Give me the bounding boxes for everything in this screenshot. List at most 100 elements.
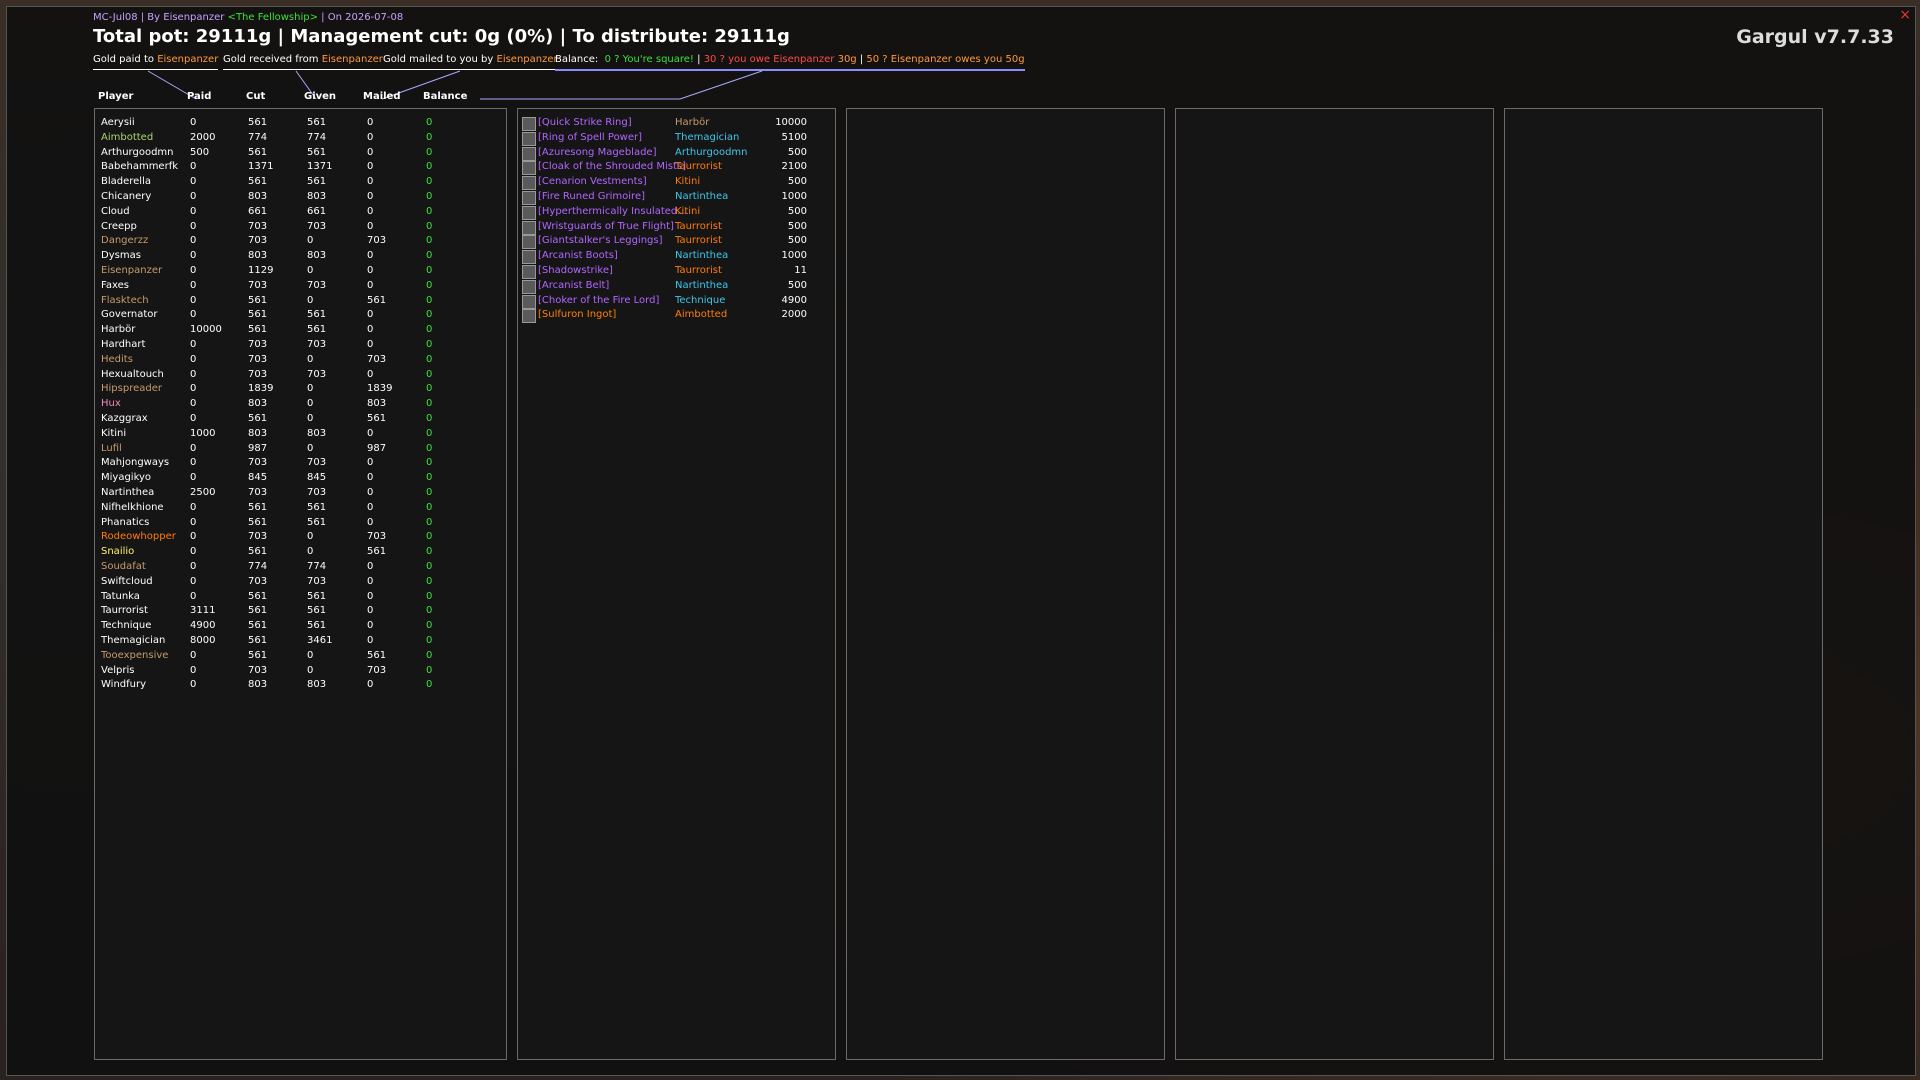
player-row: Taurrorist 3111 561 561 0 0: [95, 605, 506, 619]
player-given: 0: [307, 294, 314, 306]
item-row[interactable]: [Cenarion Vestments] Kitini 500: [518, 176, 835, 191]
player-name: Tatunka: [101, 590, 140, 602]
close-icon[interactable]: ×: [1899, 7, 1911, 23]
item-link[interactable]: [Wristguards of True Flight]: [538, 221, 674, 232]
item-row[interactable]: [Fire Runed Grimoire] Nartinthea 1000: [518, 191, 835, 205]
item-link[interactable]: [Azuresong Mageblade]: [538, 147, 656, 158]
player-row: Windfury 0 803 803 0 0: [95, 679, 506, 693]
item-link[interactable]: [Cloak of the Shrouded Mists]: [538, 161, 686, 172]
item-link[interactable]: [Fire Runed Grimoire]: [538, 191, 645, 202]
item-link[interactable]: [Hyperthermically Insulated...: [538, 206, 687, 217]
player-mailed: 0: [367, 620, 374, 632]
item-row[interactable]: [Arcanist Boots] Nartinthea 1000: [518, 250, 835, 265]
item-price: 5100: [781, 131, 807, 143]
item-row[interactable]: [Azuresong Mageblade] Arthurgoodmn 500: [518, 146, 835, 161]
player-name: Cloud: [101, 205, 130, 217]
item-link[interactable]: [Shadowstrike]: [538, 265, 613, 276]
player-row: Faxes 0 703 703 0 0: [95, 280, 506, 294]
player-mailed: 0: [367, 191, 374, 202]
item-link[interactable]: [Giantstalker's Leggings]: [538, 235, 663, 246]
player-cut: 803: [248, 191, 268, 202]
player-cut: 803: [248, 679, 268, 691]
item-icon: [522, 205, 536, 220]
player-given: 561: [307, 324, 327, 336]
item-row[interactable]: [Shadowstrike] Taurrorist 11: [518, 265, 835, 279]
empty-panel: [1504, 108, 1823, 1060]
player-cut: 561: [248, 309, 268, 321]
player-given: 803: [307, 250, 327, 262]
player-mailed: 0: [367, 161, 374, 173]
player-mailed: 0: [367, 427, 374, 439]
player-given: 0: [307, 546, 314, 558]
item-icon: [522, 294, 536, 309]
player-name: Hux: [101, 398, 121, 410]
player-given: 703: [307, 368, 327, 380]
player-given: 803: [307, 191, 327, 202]
item-link[interactable]: [Arcanist Belt]: [538, 280, 609, 291]
player-row: Creepp 0 703 703 0 0: [95, 221, 506, 235]
player-mailed: 0: [367, 117, 374, 128]
player-paid: 8000: [190, 635, 216, 646]
player-cut: 774: [248, 561, 268, 572]
balance-square: 0 ? You're square!: [604, 54, 694, 65]
item-row[interactable]: [Giantstalker's Leggings] Taurrorist 500: [518, 235, 835, 250]
item-link[interactable]: [Ring of Spell Power]: [538, 132, 642, 143]
col-header-player: Player: [98, 91, 134, 102]
item-link[interactable]: [Cenarion Vestments]: [538, 176, 647, 187]
item-winner: Taurrorist: [675, 220, 722, 232]
player-balance: 0: [426, 620, 433, 632]
player-mailed: 0: [367, 220, 374, 232]
player-balance: 0: [426, 516, 433, 528]
item-link[interactable]: [Arcanist Boots]: [538, 250, 618, 261]
item-row[interactable]: [Wristguards of True Flight] Taurrorist 50…: [518, 220, 835, 235]
player-cut: 561: [248, 501, 268, 513]
player-paid: 500: [190, 146, 210, 158]
player-name: Governator: [101, 309, 158, 321]
player-name: Mahjongways: [101, 457, 170, 469]
player-balance: 0: [426, 324, 433, 336]
item-winner: Nartinthea: [675, 279, 729, 291]
player-given: 0: [307, 649, 314, 661]
player-balance: 0: [426, 398, 433, 410]
player-balance: 0: [426, 679, 433, 691]
player-name: Aerysii: [101, 117, 135, 128]
item-row[interactable]: [Choker of the Fire Lord] Technique 4900: [518, 294, 835, 309]
player-balance: 0: [426, 487, 433, 498]
item-icon: [522, 235, 536, 250]
player-balance: 0: [426, 279, 433, 291]
player-row: Hardhart 0 703 703 0 0: [95, 339, 506, 353]
player-balance: 0: [426, 590, 433, 602]
player-row: Hexualtouch 0 703 703 0 0: [95, 369, 506, 383]
player-name: Hardhart: [101, 339, 146, 350]
player-name: Themagician: [101, 635, 166, 646]
item-row[interactable]: [Quick Strike Ring] Harbör 10000: [518, 117, 835, 131]
item-winner: Harbör: [675, 117, 710, 128]
player-mailed: 703: [367, 531, 387, 543]
item-row[interactable]: [Hyperthermically Insulated... Kitini 500: [518, 205, 835, 220]
item-link[interactable]: [Sulfuron Ingot]: [538, 309, 616, 320]
player-paid: 0: [190, 501, 197, 513]
pot-summary-title: Total pot: 29111g | Management cut: 0g (…: [93, 26, 790, 47]
item-price: 2000: [781, 309, 807, 321]
player-balance: 0: [426, 368, 433, 380]
player-name: Kitini: [101, 427, 127, 439]
item-icon: [522, 265, 536, 279]
item-row[interactable]: [Ring of Spell Power] Themagician 5100: [518, 131, 835, 146]
player-paid: 0: [190, 442, 197, 454]
player-given: 774: [307, 131, 327, 143]
player-mailed: 0: [367, 309, 374, 321]
player-cut: 703: [248, 368, 268, 380]
item-link[interactable]: [Choker of the Fire Lord]: [538, 295, 659, 306]
player-paid: 0: [190, 117, 197, 128]
item-row[interactable]: [Cloak of the Shrouded Mists] Taurrorist 2…: [518, 161, 835, 176]
item-link[interactable]: [Quick Strike Ring]: [538, 117, 632, 128]
item-row[interactable]: [Sulfuron Ingot] Aimbotted 2000: [518, 309, 835, 324]
player-given: 0: [307, 265, 314, 276]
player-given: 561: [307, 605, 327, 617]
item-row[interactable]: [Arcanist Belt] Nartinthea 500: [518, 279, 835, 294]
player-cut: 703: [248, 339, 268, 350]
player-cut: 703: [248, 353, 268, 365]
player-name: Chicanery: [101, 191, 152, 202]
player-mailed: 0: [367, 561, 374, 572]
col-header-cut: Cut: [246, 91, 266, 102]
